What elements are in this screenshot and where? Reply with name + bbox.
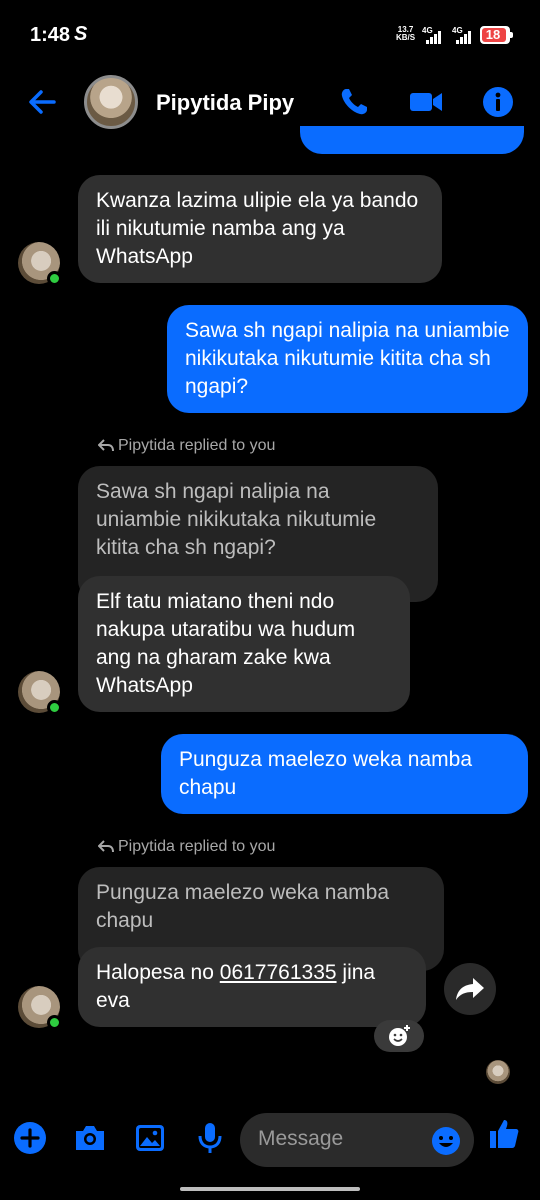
app-notification-icon: S xyxy=(74,23,88,45)
received-message-bubble[interactable]: Halopesa no 0617761335 jina eva xyxy=(78,947,426,1027)
emoji-icon[interactable] xyxy=(430,1125,462,1157)
contact-avatar-small[interactable] xyxy=(18,671,62,715)
phone-number-link[interactable]: 0617761335 xyxy=(220,961,337,984)
status-time: 1:48 xyxy=(30,24,71,46)
sent-message-bubble[interactable]: Sawa sh ngapi nalipia na uniambie nikiku… xyxy=(167,305,528,413)
reply-label: Pipytida replied to you xyxy=(118,437,276,454)
forward-icon xyxy=(456,978,484,1000)
message-input[interactable]: Message xyxy=(240,1113,474,1167)
reply-indicator: Pipytida replied to you xyxy=(97,838,276,856)
battery-level: 18 xyxy=(485,27,501,42)
add-reaction-icon xyxy=(389,1025,410,1046)
sent-message-bubble-partial[interactable] xyxy=(300,126,524,154)
contact-name[interactable]: Pipytida Pipy xyxy=(156,90,294,116)
back-arrow-icon[interactable] xyxy=(26,86,58,118)
online-status-dot xyxy=(47,700,62,715)
add-reaction-button[interactable] xyxy=(374,1020,424,1052)
reply-icon xyxy=(97,840,114,853)
forward-button[interactable] xyxy=(444,963,496,1015)
phone-icon[interactable] xyxy=(336,84,372,120)
camera-icon[interactable] xyxy=(72,1120,108,1156)
signal-label: 4G xyxy=(452,26,463,35)
contact-avatar-small[interactable] xyxy=(18,986,62,1030)
like-icon[interactable] xyxy=(486,1116,522,1152)
info-icon[interactable] xyxy=(480,84,516,120)
online-status-dot xyxy=(47,1015,62,1030)
plus-icon[interactable] xyxy=(12,1120,48,1156)
mic-icon[interactable] xyxy=(192,1120,228,1156)
status-bar: 1:48 S 13.7 KB/S 4G 4G 18 xyxy=(0,0,540,70)
signal-icon: 4G xyxy=(422,26,444,44)
seen-receipt-avatar xyxy=(486,1060,510,1084)
reply-icon xyxy=(97,439,114,452)
contact-avatar[interactable] xyxy=(84,75,138,129)
received-message-bubble[interactable]: Kwanza lazima ulipie ela ya bando ili ni… xyxy=(78,175,442,283)
signal-label: 4G xyxy=(422,26,433,35)
network-speed-unit: KB/S xyxy=(396,33,416,42)
reply-label: Pipytida replied to you xyxy=(118,838,276,855)
reply-indicator: Pipytida replied to you xyxy=(97,437,276,455)
message-text: Halopesa no xyxy=(96,961,220,984)
home-indicator[interactable] xyxy=(180,1187,360,1191)
battery-icon: 18 xyxy=(480,26,513,44)
online-status-dot xyxy=(47,271,62,286)
message-placeholder: Message xyxy=(258,1127,344,1150)
contact-avatar-small[interactable] xyxy=(18,242,62,286)
message-composer: Message xyxy=(0,1100,540,1180)
signal-icon: 4G xyxy=(452,26,474,44)
gallery-icon[interactable] xyxy=(132,1120,168,1156)
sent-message-bubble[interactable]: Punguza maelezo weka namba chapu xyxy=(161,734,528,814)
network-speed: 13.7 KB/S xyxy=(396,26,415,42)
received-message-bubble[interactable]: Elf tatu miatano theni ndo nakupa utarat… xyxy=(78,576,410,712)
video-icon[interactable] xyxy=(408,84,444,120)
